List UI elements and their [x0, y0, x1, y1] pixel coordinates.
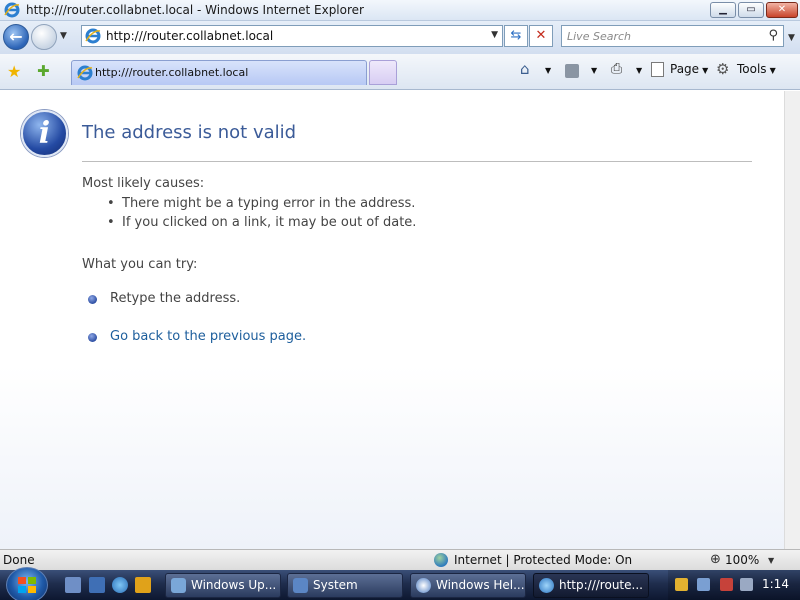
- address-dropdown-icon[interactable]: ▼: [491, 30, 498, 40]
- clock[interactable]: 1:14: [762, 577, 789, 591]
- bullet-icon: [88, 295, 97, 304]
- globe-icon: [434, 553, 448, 567]
- back-button[interactable]: ←: [3, 24, 29, 50]
- address-bar[interactable]: http:///router.collabnet.local ▼: [81, 25, 503, 47]
- maximize-button[interactable]: ▭: [738, 2, 764, 18]
- tools-menu[interactable]: Tools ▼: [737, 62, 776, 76]
- taskbar-item-windows-help[interactable]: Windows Hel...: [410, 573, 526, 598]
- stop-button[interactable]: ✕: [529, 25, 553, 47]
- window-title-bar[interactable]: http:///router.collabnet.local - Windows…: [0, 0, 800, 21]
- taskbar-item-windows-update[interactable]: Windows Up...: [165, 573, 281, 598]
- list-item: There might be a typing error in the add…: [107, 196, 416, 215]
- taskbar-item-system[interactable]: System: [287, 573, 403, 598]
- close-button[interactable]: ✕: [766, 2, 798, 18]
- home-dropdown-icon[interactable]: ▼: [545, 66, 551, 75]
- network-icon[interactable]: [697, 578, 710, 591]
- volume-icon[interactable]: [740, 578, 753, 591]
- home-icon[interactable]: ⌂: [520, 60, 530, 78]
- add-favorite-icon[interactable]: ✚: [37, 62, 50, 80]
- help-icon: [416, 578, 431, 593]
- search-options-dropdown[interactable]: ▼: [788, 33, 795, 43]
- windows-update-icon: [171, 578, 186, 593]
- task-label: http:///route...: [559, 578, 643, 592]
- bullet-icon: [88, 333, 97, 342]
- minimize-button[interactable]: ▁: [710, 2, 736, 18]
- windows-logo-icon: [18, 577, 36, 593]
- task-label: Windows Up...: [191, 578, 277, 592]
- causes-list: There might be a typing error in the add…: [107, 196, 416, 234]
- chevron-down-icon: ▼: [702, 66, 709, 75]
- back-arrow-icon: ←: [9, 27, 23, 46]
- tools-menu-label: Tools: [737, 62, 767, 76]
- info-icon: i: [21, 110, 68, 157]
- system-icon: [293, 578, 308, 593]
- start-button[interactable]: [6, 567, 48, 600]
- vertical-scrollbar[interactable]: [784, 91, 800, 549]
- media-player-icon[interactable]: [135, 577, 151, 593]
- zoom-dropdown-icon[interactable]: ▼: [768, 556, 774, 565]
- status-bar: Done Internet | Protected Mode: On ⊕ 100…: [0, 549, 800, 570]
- tab-label: http:///router.collabnet.local: [95, 66, 249, 79]
- page-icon: [651, 62, 664, 77]
- taskbar: Windows Up... System Windows Hel... http…: [0, 567, 800, 600]
- divider: [82, 161, 752, 162]
- security-shield-icon[interactable]: [675, 578, 688, 591]
- switch-windows-icon[interactable]: [89, 577, 105, 593]
- retype-text: Retype the address.: [110, 291, 241, 306]
- print-dropdown-icon[interactable]: ▼: [636, 66, 642, 75]
- ie-quicklaunch-icon[interactable]: [112, 577, 128, 593]
- task-label: Windows Hel...: [436, 578, 525, 592]
- feeds-dropdown-icon[interactable]: ▼: [591, 66, 597, 75]
- ie-icon: [539, 578, 554, 593]
- search-icon[interactable]: ⚲: [768, 28, 778, 43]
- favorites-star-icon[interactable]: ★: [7, 62, 21, 81]
- go-back-link[interactable]: Go back to the previous page.: [110, 329, 306, 344]
- network-status-icon[interactable]: [720, 578, 733, 591]
- task-label: System: [313, 578, 358, 592]
- list-item: If you clicked on a link, it may be out …: [107, 215, 416, 234]
- page-content: i The address is not valid Most likely c…: [0, 91, 784, 549]
- new-tab-button[interactable]: [369, 60, 397, 85]
- page-menu-label: Page: [670, 62, 700, 76]
- zoom-icon: ⊕: [710, 552, 721, 567]
- recent-pages-dropdown[interactable]: ▼: [60, 31, 67, 41]
- causes-heading: Most likely causes:: [82, 176, 205, 191]
- forward-button[interactable]: [31, 24, 57, 50]
- status-text: Done: [3, 553, 35, 567]
- chevron-down-icon: ▼: [769, 66, 776, 75]
- show-desktop-icon[interactable]: [65, 577, 81, 593]
- rss-icon[interactable]: [565, 64, 579, 78]
- ie-icon: [85, 28, 101, 44]
- address-input[interactable]: http:///router.collabnet.local: [106, 29, 273, 43]
- refresh-button[interactable]: ⇆: [504, 25, 528, 47]
- ie-icon: [77, 65, 93, 81]
- address-toolbar: ← ▼ http:///router.collabnet.local ▼ ⇆ ✕…: [0, 21, 800, 54]
- security-zone[interactable]: Internet | Protected Mode: On: [454, 553, 632, 567]
- window-title: http:///router.collabnet.local - Windows…: [26, 3, 364, 17]
- try-heading: What you can try:: [82, 257, 198, 272]
- page-title: The address is not valid: [82, 122, 297, 143]
- search-box[interactable]: Live Search ⚲: [561, 25, 784, 47]
- zoom-level[interactable]: 100%: [725, 553, 759, 567]
- gear-icon: ⚙: [716, 60, 730, 78]
- tab-current[interactable]: http:///router.collabnet.local: [71, 60, 367, 85]
- search-input[interactable]: Live Search: [567, 30, 631, 43]
- tab-command-bar: ★ ✚ http:///router.collabnet.local ⌂ ▼ ▼…: [0, 54, 800, 90]
- print-icon[interactable]: ⎙: [611, 61, 622, 77]
- taskbar-item-ie[interactable]: http:///route...: [533, 573, 649, 598]
- page-menu[interactable]: Page ▼: [670, 62, 708, 76]
- ie-icon: [4, 2, 20, 18]
